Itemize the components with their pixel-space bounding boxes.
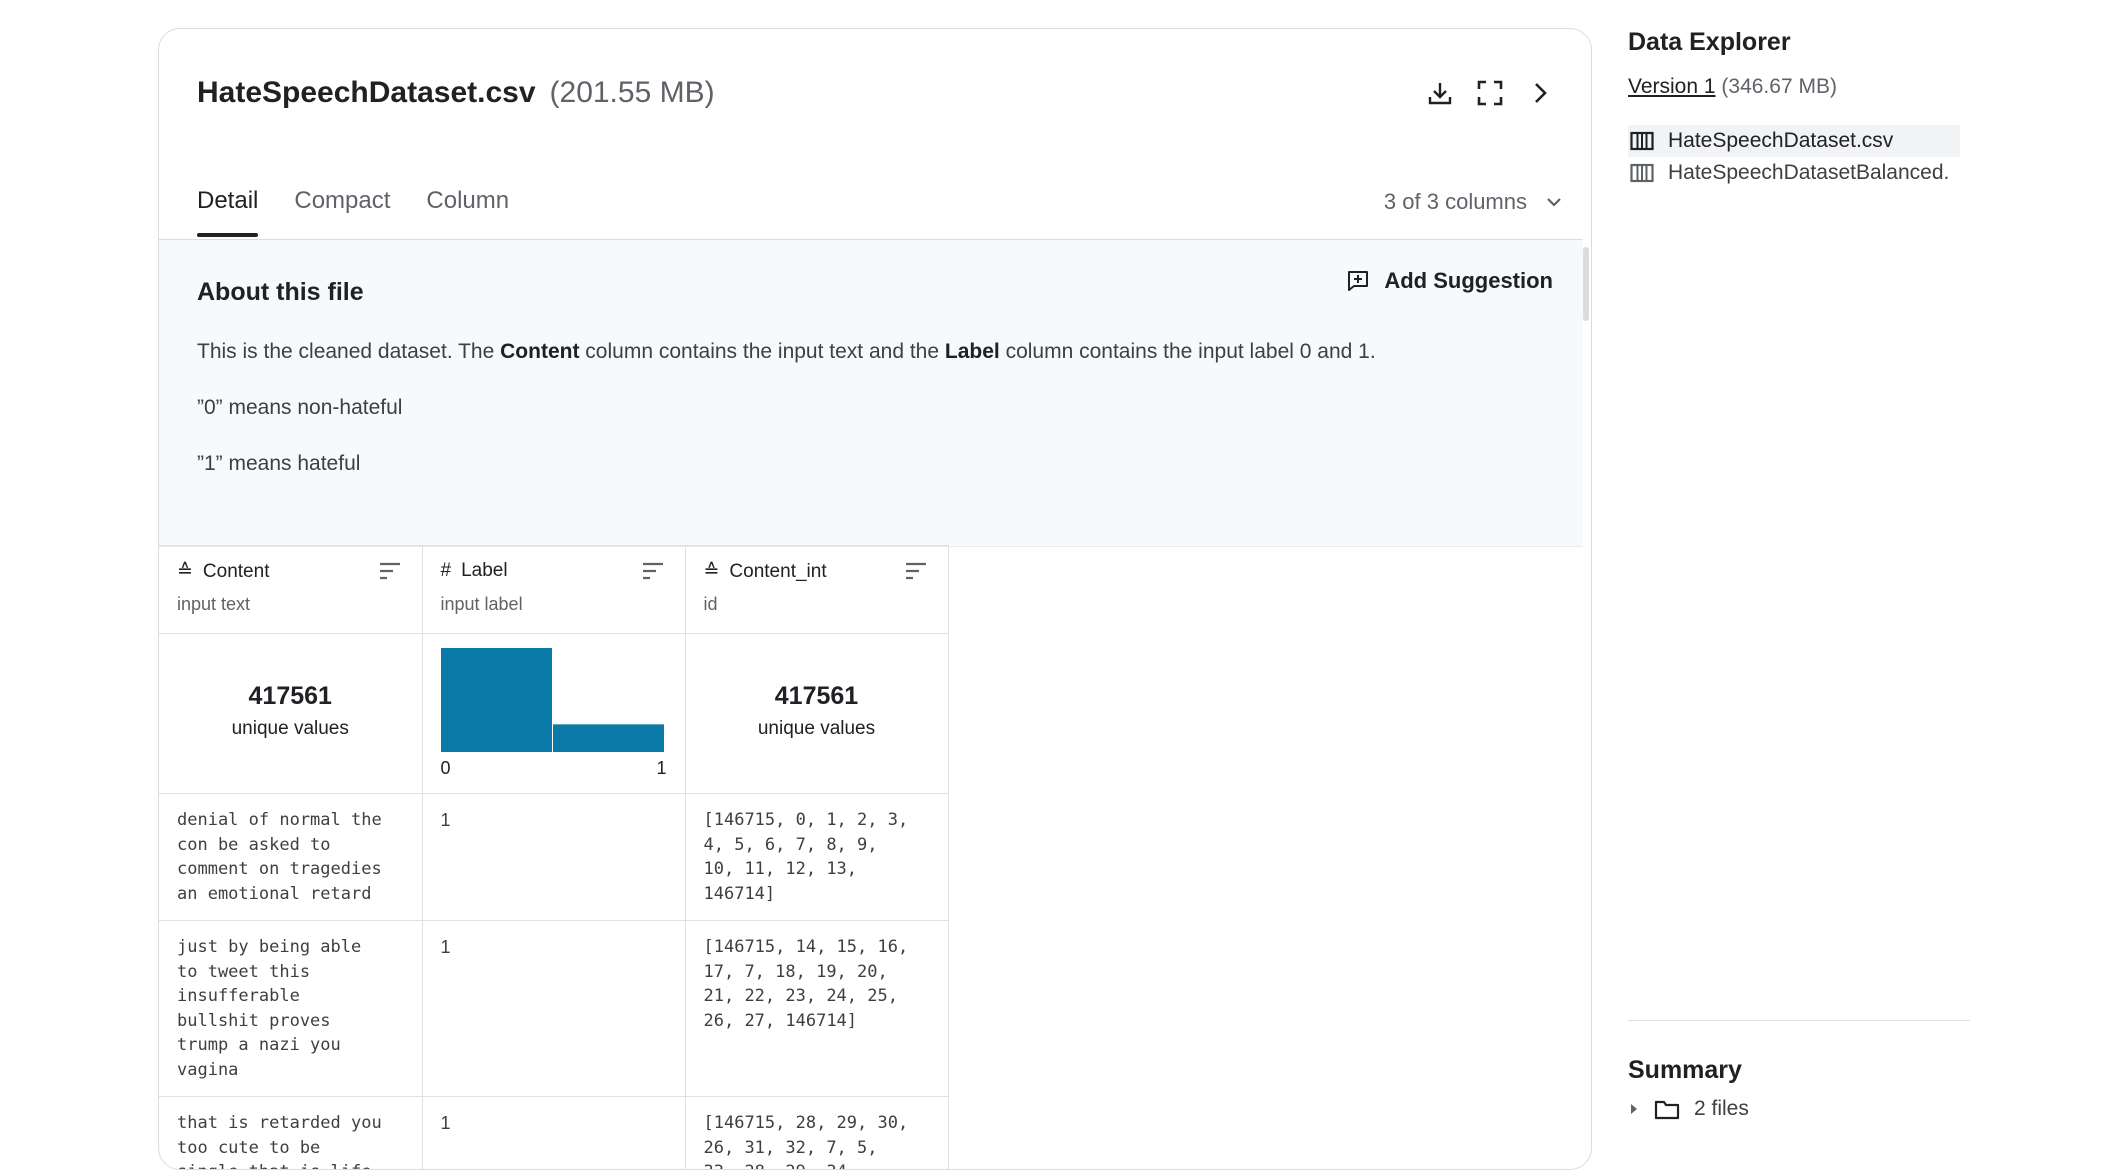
column-stats-row: 417561 unique values 0 1 417561 unique v… bbox=[159, 634, 948, 794]
histogram-max-label: 1 bbox=[656, 758, 666, 779]
download-icon[interactable] bbox=[1427, 80, 1453, 106]
histogram-min-label: 0 bbox=[441, 758, 451, 779]
summary-title: Summary bbox=[1628, 1056, 1749, 1085]
histogram-bar[interactable] bbox=[553, 724, 664, 752]
about-description: This is the cleaned dataset. The Content… bbox=[197, 340, 1376, 364]
chevron-down-icon bbox=[1545, 193, 1563, 211]
content-cell: denial of normal the con be asked to com… bbox=[159, 794, 422, 920]
unique-label: unique values bbox=[686, 718, 948, 740]
file-size: (201.55 MB) bbox=[550, 76, 715, 110]
string-type-icon: ≙ bbox=[177, 560, 193, 583]
fullscreen-icon[interactable] bbox=[1477, 80, 1503, 106]
data-explorer-title: Data Explorer bbox=[1628, 28, 1968, 57]
table-icon bbox=[1630, 131, 1654, 151]
columns-selector-label: 3 of 3 columns bbox=[1384, 189, 1527, 215]
column-description: input label bbox=[441, 594, 523, 615]
sort-icon[interactable] bbox=[904, 562, 928, 580]
content-stats: 417561 unique values bbox=[159, 634, 422, 794]
label-cell: 1 bbox=[423, 794, 685, 847]
column-header-content: ≙ Content input text bbox=[159, 546, 422, 634]
table-row[interactable]: just by being able to tweet this insuffe… bbox=[159, 921, 948, 1097]
column-description: input text bbox=[177, 594, 250, 615]
content-int-cell: [146715, 0, 1, 2, 3, 4, 5, 6, 7, 8, 9, 1… bbox=[686, 794, 948, 920]
sidebar-divider bbox=[1628, 1020, 1970, 1021]
table-row[interactable]: that is retarded you too cute to be sing… bbox=[159, 1097, 948, 1170]
label-histogram[interactable] bbox=[441, 648, 665, 752]
summary-section: Summary 2 files bbox=[1628, 1056, 1749, 1121]
unique-count: 417561 bbox=[686, 682, 948, 711]
tab-compact[interactable]: Compact bbox=[294, 179, 390, 237]
sort-icon[interactable] bbox=[641, 562, 665, 580]
about-label-zero: ”0” means non-hateful bbox=[197, 396, 402, 420]
file-item-hatespeechdatasetbalanced[interactable]: HateSpeechDatasetBalanced. bbox=[1628, 157, 1968, 189]
view-tabs: Detail Compact Column 3 of 3 columns bbox=[197, 179, 1563, 239]
chevron-right-icon[interactable] bbox=[1527, 80, 1553, 106]
column-name: Label bbox=[461, 560, 508, 582]
data-explorer-sidebar: Data Explorer Version 1 (346.67 MB) Hate… bbox=[1628, 28, 1968, 189]
content-cell: just by being able to tweet this insuffe… bbox=[159, 921, 422, 1096]
table-icon bbox=[1630, 163, 1654, 183]
add-suggestion-label: Add Suggestion bbox=[1384, 268, 1553, 294]
tab-column[interactable]: Column bbox=[426, 179, 509, 237]
column-header-content-int: ≙ Content_int id bbox=[685, 546, 948, 634]
caret-right-icon bbox=[1628, 1102, 1640, 1116]
column-name: Content_int bbox=[729, 561, 826, 583]
tab-detail[interactable]: Detail bbox=[197, 179, 258, 237]
unique-label: unique values bbox=[159, 718, 422, 740]
label-histogram-cell: 0 1 bbox=[422, 634, 685, 794]
summary-files-label: 2 files bbox=[1694, 1097, 1749, 1121]
file-item-label: HateSpeechDatasetBalanced. bbox=[1668, 161, 1949, 185]
file-title: HateSpeechDataset.csv bbox=[197, 76, 536, 110]
folder-icon bbox=[1654, 1098, 1680, 1120]
sort-icon[interactable] bbox=[378, 562, 402, 580]
summary-files-row[interactable]: 2 files bbox=[1628, 1097, 1749, 1121]
string-type-icon: ≙ bbox=[704, 560, 720, 583]
label-cell: 1 bbox=[423, 1097, 685, 1150]
column-description: id bbox=[704, 594, 718, 615]
scrollbar[interactable] bbox=[1583, 247, 1589, 321]
file-item-label: HateSpeechDataset.csv bbox=[1668, 129, 1893, 153]
columns-selector[interactable]: 3 of 3 columns bbox=[1384, 179, 1563, 215]
add-suggestion-icon bbox=[1346, 269, 1370, 293]
file-item-hatespeechdataset[interactable]: HateSpeechDataset.csv bbox=[1628, 125, 1960, 157]
version-info: Version 1 (346.67 MB) bbox=[1628, 75, 1968, 99]
column-name: Content bbox=[203, 561, 270, 583]
version-link[interactable]: Version 1 bbox=[1628, 75, 1716, 98]
about-file-section: About this file Add Suggestion This is t… bbox=[159, 239, 1583, 547]
file-list: HateSpeechDataset.csv HateSpeechDatasetB… bbox=[1628, 125, 1968, 189]
data-table: ≙ Content input text # Label input label ≙… bbox=[159, 545, 949, 1170]
label-cell: 1 bbox=[423, 921, 685, 974]
about-title: About this file bbox=[197, 278, 364, 307]
file-header: HateSpeechDataset.csv (201.55 MB) bbox=[197, 63, 1553, 123]
content-int-cell: [146715, 14, 15, 16, 17, 7, 18, 19, 20, … bbox=[686, 921, 948, 1047]
file-preview-card: HateSpeechDataset.csv (201.55 MB) Detail… bbox=[158, 28, 1592, 1170]
column-header-label: # Label input label bbox=[422, 546, 685, 634]
column-header-row: ≙ Content input text # Label input label ≙… bbox=[159, 546, 948, 634]
add-suggestion-button[interactable]: Add Suggestion bbox=[1346, 268, 1553, 294]
histogram-bar[interactable] bbox=[441, 648, 552, 752]
table-row[interactable]: denial of normal the con be asked to com… bbox=[159, 794, 948, 921]
unique-count: 417561 bbox=[159, 682, 422, 711]
content-int-stats: 417561 unique values bbox=[685, 634, 948, 794]
numeric-type-icon: # bbox=[441, 560, 452, 582]
version-size: (346.67 MB) bbox=[1721, 75, 1837, 98]
about-label-one: ”1” means hateful bbox=[197, 452, 360, 476]
